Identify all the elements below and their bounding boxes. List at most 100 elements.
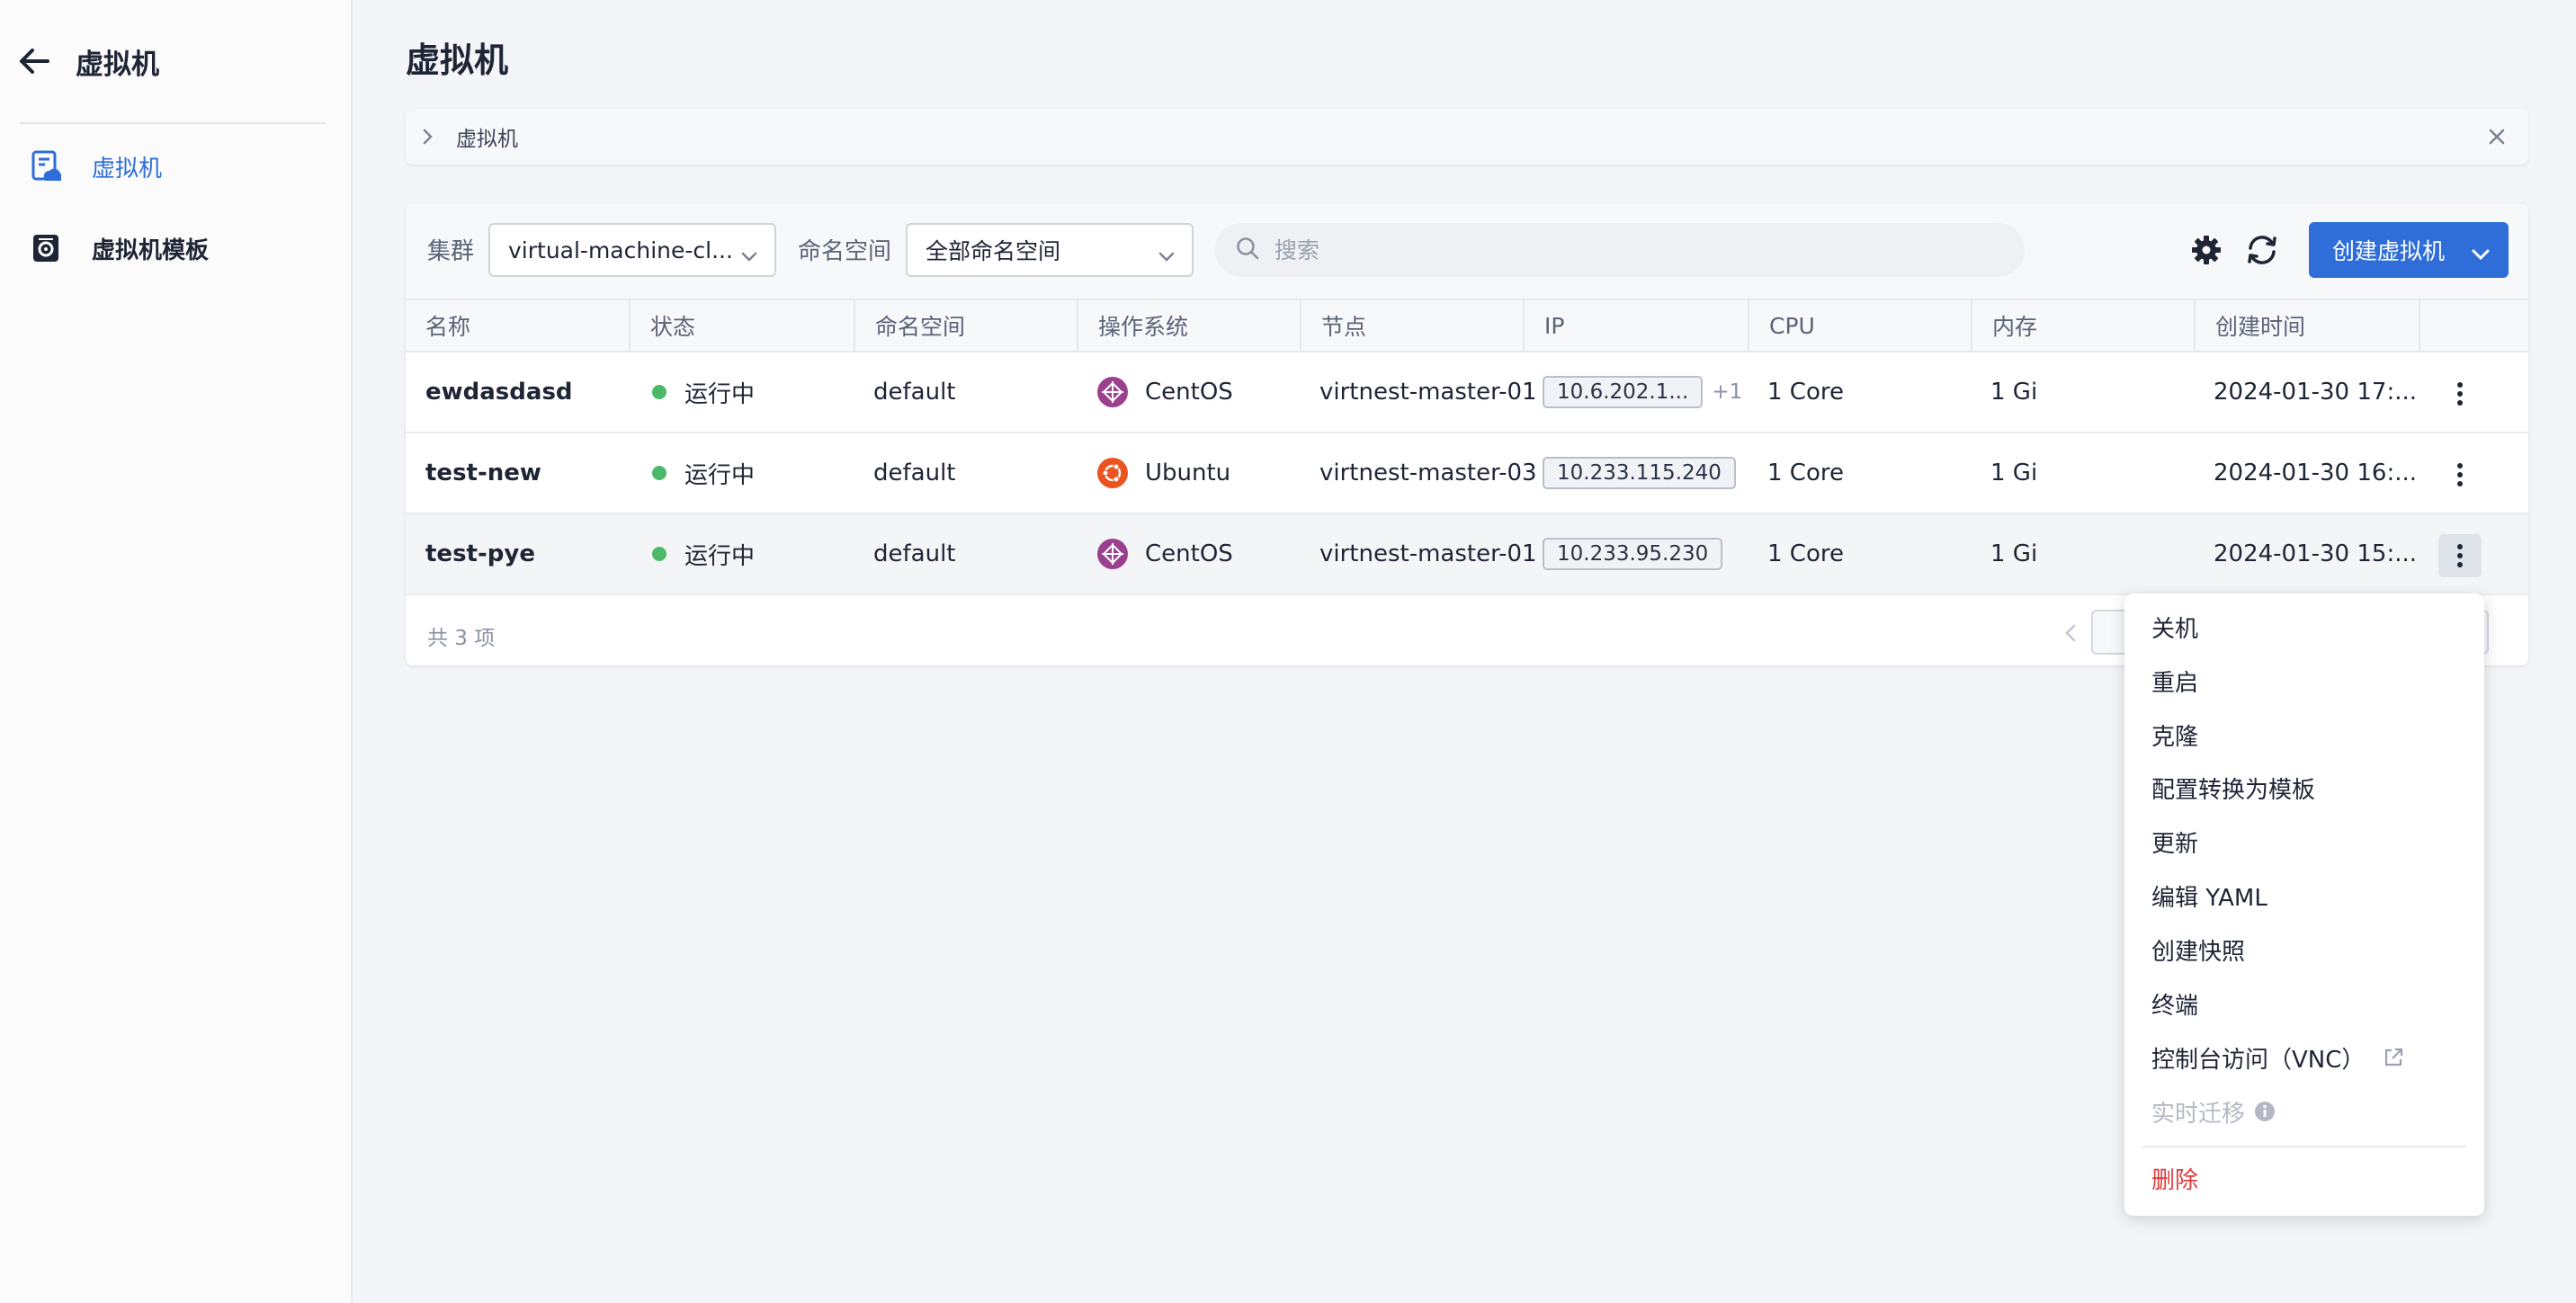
- created-cell: 2024-01-30 15:...: [2214, 540, 2418, 567]
- sidebar-item-vm-template[interactable]: 虚拟机模板: [27, 223, 324, 273]
- create-vm-label: 创建虚拟机: [2332, 238, 2446, 264]
- status-text: 运行中: [684, 380, 756, 408]
- chevron-down-icon: [2471, 242, 2491, 268]
- col-created[interactable]: 创建时间: [2194, 300, 2419, 351]
- menu-item-clone[interactable]: 克隆: [2124, 710, 2484, 760]
- os-cell: CentOS: [1077, 353, 1233, 432]
- total-count: 共 3 项: [427, 627, 496, 650]
- sidebar-title: 虚拟机: [76, 48, 159, 81]
- sidebar-item-vm[interactable]: 虚拟机: [27, 141, 324, 192]
- refresh-icon[interactable]: [2244, 232, 2280, 268]
- chevron-down-icon: [1158, 243, 1176, 262]
- toolbar: 集群 virtual-machine-cl... 命名空间 全部命名空间 搜索 …: [406, 203, 2528, 299]
- menu-item-convert-template[interactable]: 配置转换为模板: [2124, 763, 2484, 813]
- namespace-label: 命名空间: [798, 238, 892, 265]
- col-cpu[interactable]: CPU: [1748, 300, 1971, 351]
- os-cell: Ubuntu: [1077, 433, 1230, 513]
- back-arrow-icon[interactable]: [16, 43, 52, 79]
- status-cell: 运行中: [629, 514, 755, 593]
- ip-tag: 10.233.95.230: [1543, 538, 1723, 570]
- cpu-cell: 1 Core: [1767, 540, 1844, 567]
- menu-item-shutdown[interactable]: 关机: [2124, 602, 2484, 652]
- cpu-cell: 1 Core: [1767, 379, 1844, 406]
- ip-more-count[interactable]: +1: [1712, 380, 1742, 404]
- menu-item-edit-yaml[interactable]: 编辑 YAML: [2124, 870, 2484, 921]
- cluster-select[interactable]: virtual-machine-cl...: [488, 223, 776, 277]
- menu-item-live-migrate: 实时迁移: [2124, 1086, 2484, 1137]
- os-name: CentOS: [1145, 540, 1233, 567]
- status-text: 运行中: [684, 461, 756, 489]
- status-running-dot: [652, 466, 666, 480]
- menu-item-delete[interactable]: 删除: [2124, 1153, 2484, 1203]
- namespace-select[interactable]: 全部命名空间: [906, 223, 1194, 277]
- memory-cell: 1 Gi: [1990, 460, 2038, 486]
- memory-cell: 1 Gi: [1990, 540, 2038, 567]
- create-vm-button[interactable]: 创建虚拟机: [2309, 222, 2509, 278]
- sidebar-item-label: 虚拟机: [92, 155, 163, 183]
- os-name: CentOS: [1145, 379, 1233, 406]
- menu-item-restart[interactable]: 重启: [2124, 656, 2484, 706]
- menu-item-snapshot[interactable]: 创建快照: [2124, 924, 2484, 975]
- col-status[interactable]: 状态: [629, 300, 854, 351]
- os-cell: CentOS: [1077, 514, 1233, 593]
- ip-cell: 10.233.95.230: [1523, 514, 1723, 593]
- centos-icon: [1097, 377, 1128, 407]
- namespace-cell: default: [873, 540, 956, 567]
- ubuntu-icon: [1097, 458, 1128, 488]
- os-name: Ubuntu: [1145, 460, 1231, 486]
- status-cell: 运行中: [629, 433, 755, 513]
- status-cell: 运行中: [629, 353, 755, 432]
- vm-template-icon: [27, 229, 65, 267]
- vm-name[interactable]: test-new: [406, 433, 541, 513]
- status-text: 运行中: [684, 542, 756, 570]
- more-actions-icon[interactable]: [2438, 453, 2482, 496]
- cpu-cell: 1 Core: [1767, 460, 1844, 486]
- vm-name[interactable]: ewdasdasd: [406, 353, 573, 432]
- col-namespace[interactable]: 命名空间: [854, 300, 1077, 351]
- page-title: 虚拟机: [406, 40, 509, 80]
- menu-item-terminal[interactable]: 终端: [2124, 978, 2484, 1029]
- col-actions: [2419, 300, 2528, 351]
- search-box: [1215, 223, 2025, 277]
- breadcrumb-item[interactable]: 虚拟机: [456, 121, 518, 152]
- col-name[interactable]: 名称: [406, 300, 629, 351]
- cluster-label: 集群: [427, 238, 475, 265]
- table-row[interactable]: ewdasdasd 运行中 default CentOS virtnest-ma…: [406, 353, 2528, 433]
- col-ip[interactable]: IP: [1523, 300, 1748, 351]
- row-actions-menu: 关机 重启 克隆 配置转换为模板 更新 编辑 YAML 创建快照 终端 控制台访…: [2124, 593, 2484, 1216]
- chevron-down-icon: [740, 243, 758, 262]
- info-icon[interactable]: [2254, 1101, 2276, 1122]
- col-memory[interactable]: 内存: [1971, 300, 2194, 351]
- external-link-icon: [2383, 1047, 2404, 1068]
- menu-item-vnc[interactable]: 控制台访问（VNC）: [2124, 1032, 2484, 1083]
- search-input[interactable]: [1275, 237, 2012, 263]
- chevron-right-icon[interactable]: [422, 128, 440, 146]
- sidebar: 虚拟机 虚拟机 虚拟机模板: [0, 0, 353, 1303]
- created-cell: 2024-01-30 16:...: [2214, 460, 2418, 486]
- node-cell: virtnest-master-01: [1319, 379, 1537, 406]
- memory-cell: 1 Gi: [1990, 379, 2038, 406]
- node-cell: virtnest-master-01: [1319, 540, 1537, 567]
- ip-tag: 10.6.202.1...: [1543, 376, 1704, 408]
- centos-icon: [1097, 539, 1128, 569]
- gear-icon[interactable]: [2188, 232, 2224, 268]
- status-running-dot: [652, 547, 666, 561]
- more-actions-icon[interactable]: [2438, 534, 2482, 577]
- vm-icon: [27, 147, 65, 185]
- namespace-cell: default: [873, 379, 956, 406]
- col-os[interactable]: 操作系统: [1077, 300, 1300, 351]
- menu-item-vnc-label: 控制台访问（VNC）: [2151, 1046, 2366, 1074]
- table-row[interactable]: test-new 运行中 default Ubuntu virtnest-mas…: [406, 433, 2528, 514]
- namespace-select-value: 全部命名空间: [926, 238, 1061, 264]
- namespace-cell: default: [873, 460, 956, 486]
- chevron-left-icon[interactable]: [2057, 619, 2084, 647]
- more-actions-icon[interactable]: [2438, 372, 2482, 415]
- col-node[interactable]: 节点: [1300, 300, 1523, 351]
- close-icon[interactable]: [2483, 123, 2510, 150]
- ip-cell: 10.233.115.240: [1523, 433, 1736, 513]
- table-row[interactable]: test-pye 运行中 default CentOS virtnest-mas…: [406, 514, 2528, 595]
- menu-item-live-migrate-label: 实时迁移: [2151, 1100, 2246, 1128]
- created-cell: 2024-01-30 17:...: [2214, 379, 2418, 406]
- vm-name[interactable]: test-pye: [406, 514, 535, 593]
- menu-item-update[interactable]: 更新: [2124, 817, 2484, 867]
